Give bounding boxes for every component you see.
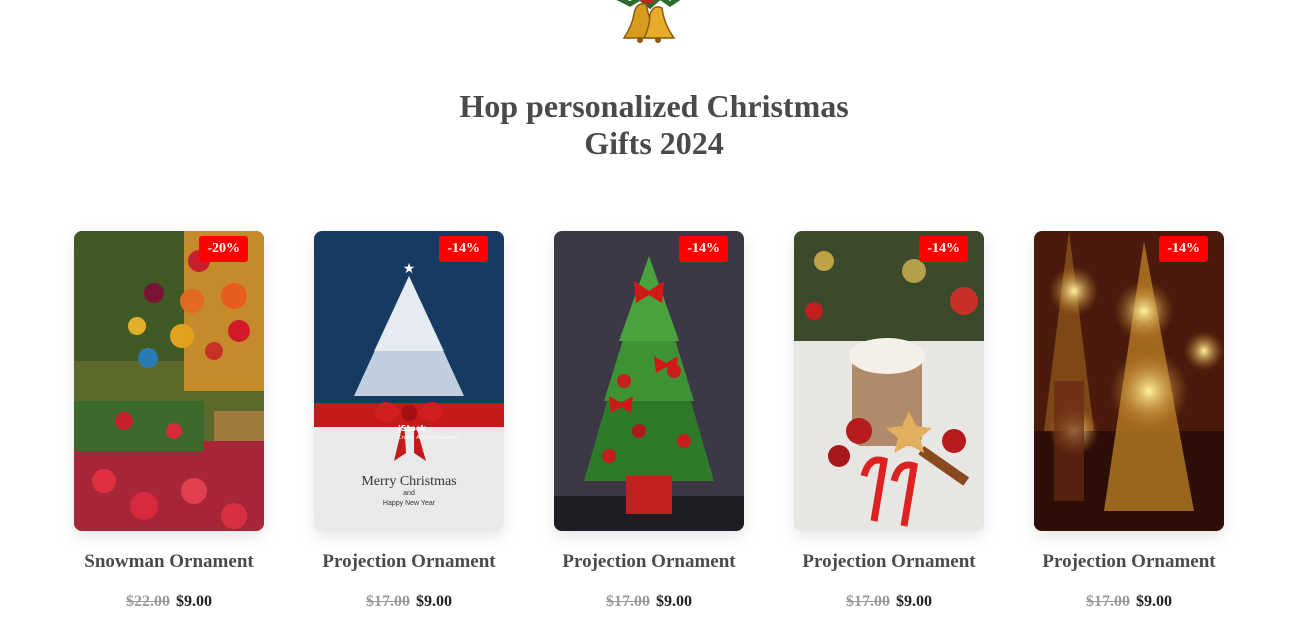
product-price: $17.00 $9.00 xyxy=(994,593,1264,611)
product-image[interactable]: -14% xyxy=(554,231,744,531)
product-price: $17.00 $9.00 xyxy=(514,593,784,611)
old-price: $17.00 xyxy=(846,593,890,610)
product-photo-christmas-drink xyxy=(794,231,984,531)
product-image[interactable]: -14% xyxy=(1034,231,1224,531)
card-line1: Merry Christmas xyxy=(361,474,456,489)
product-image[interactable]: ★ iStock Credit: Achmad Saziyan Merry Ch… xyxy=(314,231,504,531)
section-title-line1: Hop personalized Christmas xyxy=(459,88,849,124)
watermark-text: iStock xyxy=(398,424,427,433)
product-image[interactable]: -20% xyxy=(74,231,264,531)
credit-text: Credit: Achmad Saziyan xyxy=(398,435,458,441)
old-price: $17.00 xyxy=(606,593,650,610)
discount-badge: -14% xyxy=(439,236,488,262)
card-line3: Happy New Year xyxy=(383,500,436,507)
product-card[interactable]: -14% Projection Ornament $17.00 $9.00 xyxy=(554,231,744,610)
product-image[interactable]: -14% xyxy=(794,231,984,531)
discount-badge: -14% xyxy=(1159,236,1208,262)
svg-text:★: ★ xyxy=(403,261,416,277)
product-name[interactable]: Projection Ornament xyxy=(274,551,544,573)
sale-price: $9.00 xyxy=(1136,593,1172,610)
product-name[interactable]: Projection Ornament xyxy=(994,551,1264,573)
card-line2: and xyxy=(403,490,415,497)
product-name[interactable]: Projection Ornament xyxy=(754,551,1024,573)
product-card[interactable]: -20% Snowman Ornament $22.00 $9.00 xyxy=(74,231,264,610)
product-photo-mini-tree xyxy=(554,231,744,531)
sale-price: $9.00 xyxy=(416,593,452,610)
discount-badge: -20% xyxy=(199,236,248,262)
product-price: $17.00 $9.00 xyxy=(274,593,544,611)
section-title: Hop personalized Christmas Gifts 2024 xyxy=(0,88,1308,162)
discount-badge: -14% xyxy=(679,236,728,262)
sale-price: $9.00 xyxy=(176,593,212,610)
sale-price: $9.00 xyxy=(896,593,932,610)
product-name[interactable]: Projection Ornament xyxy=(514,551,784,573)
product-card[interactable]: -14% Projection Ornament $17.00 $9.00 xyxy=(794,231,984,610)
product-price: $17.00 $9.00 xyxy=(754,593,1024,611)
old-price: $17.00 xyxy=(366,593,410,610)
product-photo-bokeh-lights xyxy=(1034,231,1224,531)
sale-price: $9.00 xyxy=(656,593,692,610)
product-card[interactable]: -14% Projection Ornament $17.00 $9.00 xyxy=(1034,231,1224,610)
old-price: $17.00 xyxy=(1086,593,1130,610)
bells-icon xyxy=(616,0,681,43)
product-photo-christmas-card: ★ iStock Credit: Achmad Saziyan Merry Ch… xyxy=(314,231,504,531)
section-title-line2: Gifts 2024 xyxy=(584,125,724,161)
product-price: $22.00 $9.00 xyxy=(34,593,304,611)
discount-badge: -14% xyxy=(919,236,968,262)
product-card[interactable]: ★ iStock Credit: Achmad Saziyan Merry Ch… xyxy=(314,231,504,610)
product-photo-ornaments xyxy=(74,231,264,531)
old-price: $22.00 xyxy=(126,593,170,610)
product-name[interactable]: Snowman Ornament xyxy=(34,551,304,573)
